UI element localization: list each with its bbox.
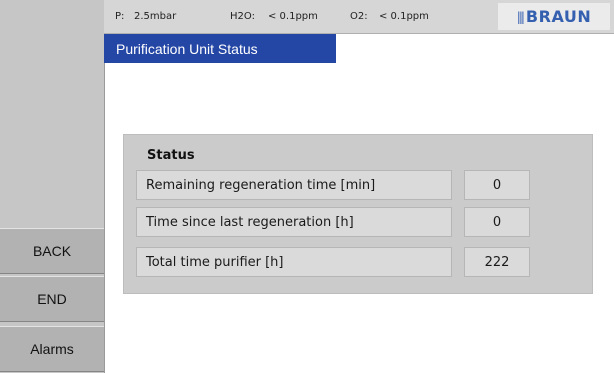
braun-logo: ||| BRAUN [498, 3, 610, 30]
pressure-value: 2.5mbar [134, 11, 177, 22]
o2-label: O2: [350, 11, 368, 22]
status-panel-title: Status [147, 148, 195, 163]
status-header: P: 2.5mbar H2O: < 0.1ppm O2: < 0.1ppm ||… [104, 0, 614, 34]
page-title: Purification Unit Status [104, 34, 336, 63]
logo-mark-icon: ||| [516, 9, 525, 24]
remaining-regeneration-value: 0 [464, 170, 530, 200]
remaining-regeneration-label: Remaining regeneration time [min] [136, 170, 452, 200]
h2o-value: < 0.1ppm [268, 11, 318, 22]
end-button[interactable]: END [0, 276, 104, 322]
sidebar: BACK END Alarms [0, 0, 105, 373]
h2o-label: H2O: [230, 11, 255, 22]
logo-text: BRAUN [525, 7, 592, 26]
status-panel: Status Remaining regeneration time [min]… [123, 134, 593, 294]
time-since-regeneration-label: Time since last regeneration [h] [136, 207, 452, 237]
time-since-regeneration-value: 0 [464, 207, 530, 237]
pressure-label: P: [115, 11, 125, 22]
total-time-purifier-value: 222 [464, 247, 530, 277]
back-button[interactable]: BACK [0, 228, 104, 274]
alarms-button[interactable]: Alarms [0, 326, 104, 372]
o2-value: < 0.1ppm [379, 11, 429, 22]
total-time-purifier-label: Total time purifier [h] [136, 247, 452, 277]
